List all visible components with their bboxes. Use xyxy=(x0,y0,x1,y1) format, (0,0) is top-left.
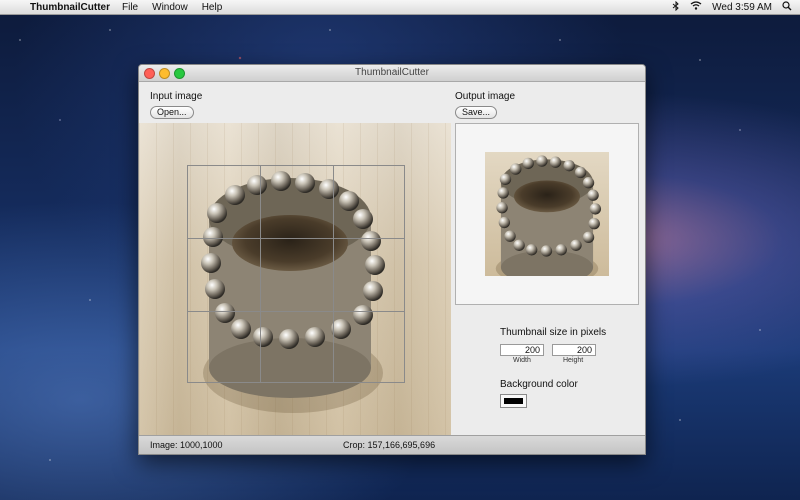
menu-app-name[interactable]: ThumbnailCutter xyxy=(30,2,110,13)
menu-bar: ThumbnailCutter File Window Help Wed 3:5… xyxy=(0,0,800,15)
window-title: ThumbnailCutter xyxy=(355,67,429,78)
thumbnail-height-field[interactable] xyxy=(552,344,596,356)
background-color-heading: Background color xyxy=(500,379,578,390)
status-bar: Image: 1000,1000 Crop: 157,166,695,696 xyxy=(139,435,645,454)
window-controls xyxy=(144,68,185,79)
input-image-view[interactable] xyxy=(139,123,451,436)
crop-status: Crop: 157,166,695,696 xyxy=(343,440,436,450)
menu-file[interactable]: File xyxy=(122,2,138,13)
crop-grid[interactable] xyxy=(187,165,405,383)
menu-window[interactable]: Window xyxy=(152,2,188,13)
output-image-view xyxy=(455,123,639,305)
background-color-swatch xyxy=(504,398,523,404)
width-label: Width xyxy=(513,357,531,364)
menu-extras: Wed 3:59 AM xyxy=(672,0,800,14)
spotlight-search-icon[interactable] xyxy=(782,0,792,14)
window-titlebar[interactable]: ThumbnailCutter xyxy=(139,65,645,82)
menu-help[interactable]: Help xyxy=(202,2,223,13)
image-size-status: Image: 1000,1000 xyxy=(150,440,223,450)
close-window-icon[interactable] xyxy=(144,68,155,79)
zoom-window-icon[interactable] xyxy=(174,68,185,79)
background-color-well[interactable] xyxy=(500,394,527,408)
height-label: Height xyxy=(563,357,584,364)
thumbnail-preview xyxy=(485,152,609,276)
thumbnail-width-field[interactable] xyxy=(500,344,544,356)
wifi-icon[interactable] xyxy=(690,1,702,13)
input-image-label: Input image xyxy=(150,91,203,102)
thumbnail-size-heading: Thumbnail size in pixels xyxy=(500,327,607,338)
menu-clock[interactable]: Wed 3:59 AM xyxy=(712,2,772,13)
open-button[interactable]: Open... xyxy=(150,106,194,119)
bluetooth-icon[interactable] xyxy=(672,0,680,14)
minimize-window-icon[interactable] xyxy=(159,68,170,79)
output-image-label: Output image xyxy=(455,91,516,102)
save-button[interactable]: Save... xyxy=(455,106,498,119)
app-window: ThumbnailCutter Input image Open... Outp… xyxy=(138,64,646,455)
